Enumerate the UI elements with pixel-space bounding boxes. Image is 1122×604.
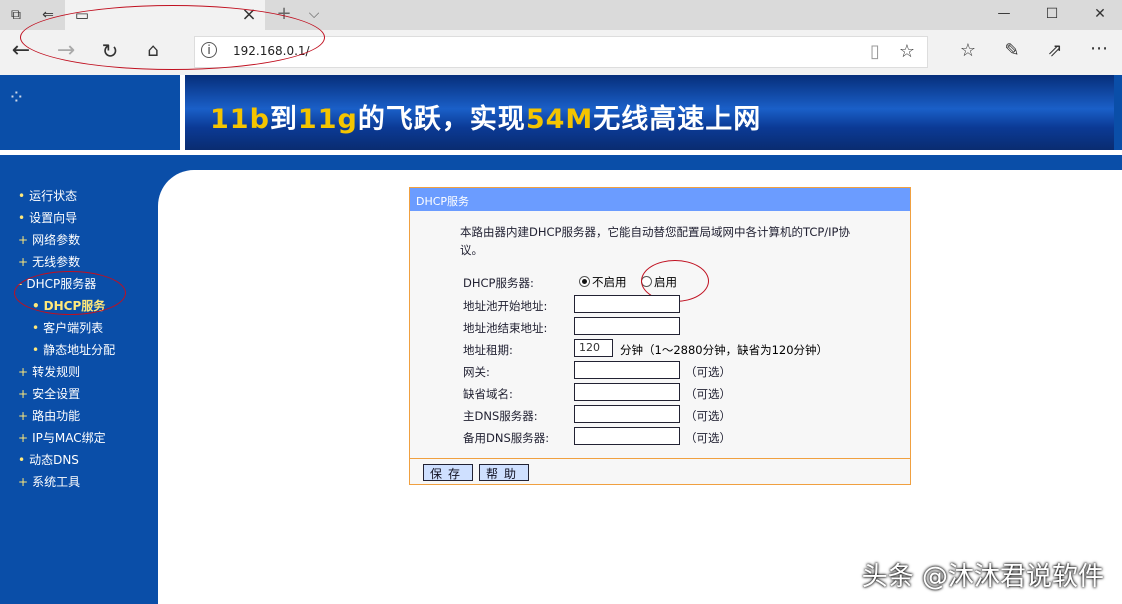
annotation-circle <box>20 5 325 70</box>
secondary-dns-label: 备用DNS服务器: <box>463 431 550 445</box>
domain-label: 缺省域名: <box>463 387 513 401</box>
share-icon[interactable]: ⇗ <box>1043 41 1067 61</box>
logo-icon: ⁘ <box>8 85 25 109</box>
close-window-button[interactable]: ✕ <box>1088 4 1112 24</box>
reading-view-icon[interactable]: ▯ <box>863 42 887 62</box>
panel-title: DHCP服务 <box>410 188 910 211</box>
end-address-label: 地址池结束地址: <box>463 321 548 335</box>
sidebar-item[interactable]: + 安全设置 <box>18 387 80 401</box>
tab-manager-icon[interactable]: ⧉ <box>4 5 28 25</box>
lease-input[interactable]: 120 <box>574 339 613 357</box>
maximize-button[interactable]: ☐ <box>1040 4 1064 24</box>
sidebar-item[interactable]: + IP与MAC绑定 <box>18 431 106 445</box>
sidebar-item-label: 网络参数 <box>32 233 81 247</box>
banner: 11b到11g的飞跃，实现54M无线高速上网 <box>185 75 1114 150</box>
optional-hint: （可选） <box>685 387 731 401</box>
optional-hint: （可选） <box>685 431 731 445</box>
notes-icon[interactable]: ✎ <box>1000 41 1024 61</box>
bullet-icon: + <box>18 431 29 445</box>
sidebar-item[interactable]: + 路由功能 <box>18 409 80 423</box>
end-address-input[interactable] <box>574 317 680 335</box>
radio-button[interactable] <box>579 276 590 287</box>
sidebar-item-label: 设置向导 <box>29 211 78 225</box>
favorite-star-icon[interactable]: ☆ <box>895 42 919 62</box>
banner-slogan: 11b到11g的飞跃，实现54M无线高速上网 <box>210 104 762 135</box>
minimize-button[interactable]: — <box>992 4 1016 24</box>
header-bar <box>0 155 1122 170</box>
sidebar-item-label: 动态DNS <box>29 453 79 467</box>
panel-description: 本路由器内建DHCP服务器，它能自动替您配置局域网中各计算机的TCP/IP协议。 <box>460 225 850 257</box>
sidebar-item-label: 转发规则 <box>32 365 81 379</box>
optional-hint: （可选） <box>685 409 731 423</box>
bullet-icon: • <box>18 189 26 203</box>
sidebar-item-label: 路由功能 <box>32 409 81 423</box>
annotation-circle <box>14 271 126 315</box>
bullet-icon: • <box>32 321 40 335</box>
bullet-icon: + <box>18 255 29 269</box>
sidebar-item[interactable]: • 静态地址分配 <box>32 343 115 357</box>
optional-hint: （可选） <box>685 365 731 379</box>
sidebar-item[interactable]: + 系统工具 <box>18 475 80 489</box>
save-button[interactable]: 保存 <box>423 464 474 481</box>
sidebar-item-label: 客户端列表 <box>43 321 104 335</box>
lease-hint: 分钟（1～2880分钟，缺省为120分钟） <box>620 343 829 357</box>
sidebar-item[interactable]: + 转发规则 <box>18 365 80 379</box>
bullet-icon: + <box>18 409 29 423</box>
start-address-label: 地址池开始地址: <box>463 299 548 313</box>
sidebar-item-label: 运行状态 <box>29 189 78 203</box>
logo-area: ⁘ <box>0 75 180 150</box>
radio-disable[interactable]: 不启用 <box>579 274 627 290</box>
favorites-icon[interactable]: ☆ <box>956 41 980 61</box>
sidebar-item[interactable]: + 网络参数 <box>18 233 80 247</box>
gateway-label: 网关: <box>463 365 490 379</box>
bullet-icon: + <box>18 365 29 379</box>
dhcp-server-label: DHCP服务器: <box>463 276 534 290</box>
watermark: 头条 @沐沐君说软件 <box>861 562 1104 592</box>
bullet-icon: + <box>18 387 29 401</box>
bullet-icon: + <box>18 233 29 247</box>
sidebar-item[interactable]: + 无线参数 <box>18 255 80 269</box>
sidebar-item[interactable]: • 客户端列表 <box>32 321 103 335</box>
sidebar-item[interactable]: • 设置向导 <box>18 211 77 225</box>
start-address-input[interactable] <box>574 295 680 313</box>
sidebar-item-label: 安全设置 <box>32 387 81 401</box>
sidebar-item[interactable]: • 运行状态 <box>18 189 77 203</box>
more-icon[interactable]: ⋯ <box>1087 39 1111 59</box>
sidebar-item-label: 无线参数 <box>32 255 81 269</box>
sidebar-item[interactable]: • 动态DNS <box>18 453 79 467</box>
bullet-icon: • <box>18 453 26 467</box>
bullet-icon: • <box>18 211 26 225</box>
bullet-icon: • <box>32 343 40 357</box>
lease-label: 地址租期: <box>463 343 513 357</box>
gateway-input[interactable] <box>574 361 680 379</box>
sidebar-item-label: IP与MAC绑定 <box>32 431 106 445</box>
sidebar-item-label: 静态地址分配 <box>43 343 116 357</box>
domain-input[interactable] <box>574 383 680 401</box>
primary-dns-input[interactable] <box>574 405 680 423</box>
dhcp-panel: DHCP服务 本路由器内建DHCP服务器，它能自动替您配置局域网中各计算机的TC… <box>409 187 911 485</box>
primary-dns-label: 主DNS服务器: <box>463 409 538 423</box>
sidebar-item-label: 系统工具 <box>32 475 81 489</box>
bullet-icon: + <box>18 475 29 489</box>
secondary-dns-input[interactable] <box>574 427 680 445</box>
help-button[interactable]: 帮助 <box>479 464 530 481</box>
